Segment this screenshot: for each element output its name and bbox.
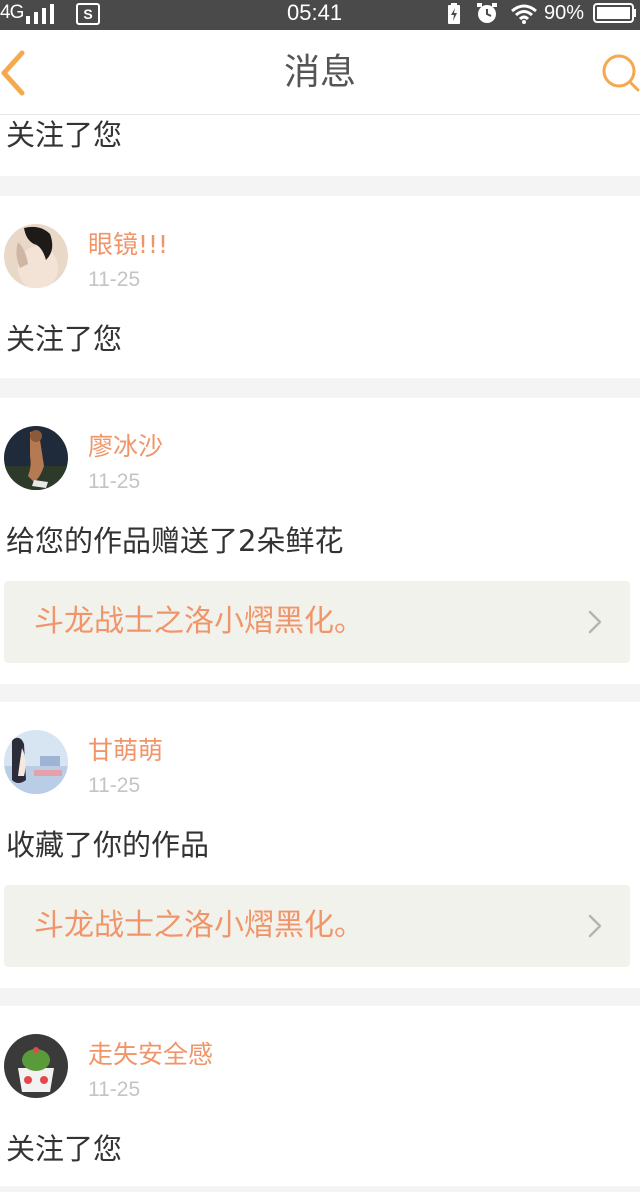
battery-icon [593,3,636,23]
username[interactable]: 廖冰沙 [88,432,163,462]
avatar[interactable] [4,426,68,490]
notification-action: 收藏了你的作品 [6,828,210,862]
header-bar: 消息 [0,30,640,115]
work-link[interactable]: 斗龙战士之洛小熠黑化。 [4,581,630,663]
notification-action: 关注了您 [6,1132,123,1166]
notification-item: 廖冰沙 11-25 给您的作品赠送了2朵鲜花 斗龙战士之洛小熠黑化。 [0,398,640,684]
work-title: 斗龙战士之洛小熠黑化。 [34,604,364,639]
notification-date: 11-25 [88,774,141,797]
notification-item: 走失安全感 11-25 关注了您 [0,1006,640,1186]
search-icon[interactable] [600,54,640,94]
notification-item: 甘萌萌 11-25 收藏了你的作品 斗龙战士之洛小熠黑化。 [0,702,640,988]
notification-date: 11-25 [88,470,141,493]
username[interactable]: 走失安全感 [88,1040,213,1070]
alarm-icon [477,3,497,23]
work-title: 斗龙战士之洛小熠黑化。 [34,908,364,943]
username[interactable]: 甘萌萌 [88,736,163,766]
notification-item: 眼镜!!! 11-25 关注了您 [0,196,640,378]
notification-item-partial: 关注了您 [0,115,640,176]
username[interactable]: 眼镜!!! [88,230,168,260]
notification-action: 关注了您 [6,322,123,356]
notification-date: 11-25 [88,1078,141,1101]
sim-icon: S [76,3,100,25]
wifi-icon [511,4,537,24]
status-bar: 4G S 05:41 90% [0,0,640,30]
page-title: 消息 [283,52,356,93]
avatar[interactable] [4,224,68,288]
battery-percent: 90% [544,2,585,24]
chevron-right-icon [588,610,602,634]
avatar[interactable] [4,1034,68,1098]
status-time: 05:41 [287,0,343,25]
avatar[interactable] [4,730,68,794]
notification-date: 11-25 [88,268,141,291]
network-type: 4G [0,2,24,23]
notification-action: 关注了您 [6,118,123,152]
signal-icon [26,4,54,24]
work-link[interactable]: 斗龙战士之洛小熠黑化。 [4,885,630,967]
charging-icon [448,3,460,24]
notification-action: 给您的作品赠送了2朵鲜花 [6,524,344,558]
chevron-right-icon [588,914,602,938]
chevron-left-icon[interactable] [0,50,30,96]
